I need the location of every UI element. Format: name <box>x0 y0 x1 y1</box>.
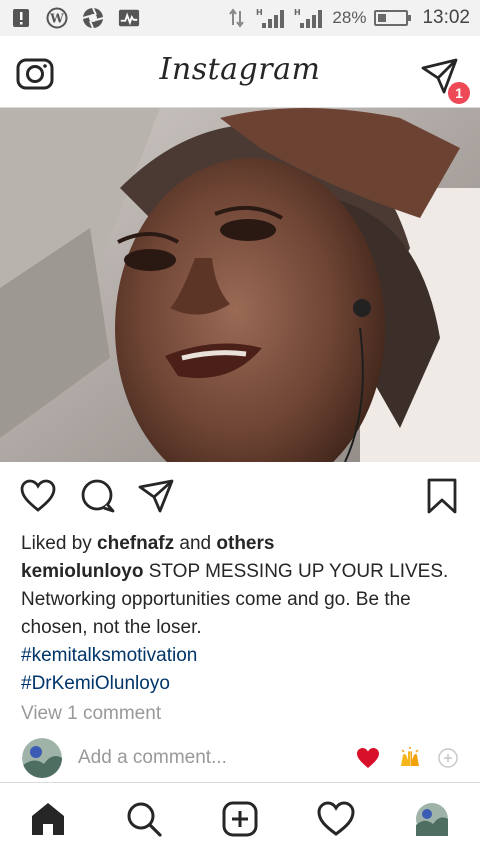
post-photo[interactable] <box>0 108 480 462</box>
battery-percent: 28% <box>332 8 367 27</box>
add-comment-row: Add a comment... <box>0 736 480 782</box>
liked-by-others[interactable]: others <box>216 533 274 554</box>
status-bar: W H H 28% 13:02 <box>0 0 480 36</box>
svg-text:H: H <box>294 8 301 17</box>
heart-emoji[interactable] <box>356 746 380 770</box>
activity-icon <box>118 7 140 29</box>
aperture-icon <box>82 7 104 29</box>
liked-by-user[interactable]: chefnafz <box>97 533 174 554</box>
svg-text:H: H <box>256 8 263 17</box>
raised-hands-emoji[interactable] <box>398 746 422 770</box>
data-arrows-icon <box>226 7 248 29</box>
post-caption-area: Liked by chefnafz and others kemiolunloy… <box>21 530 466 728</box>
hashtag-link[interactable]: #kemitalksmotivation <box>21 642 466 670</box>
signal-h-icon: H <box>294 7 324 29</box>
like-heart-icon[interactable] <box>20 478 56 514</box>
add-emoji-icon[interactable] <box>436 746 460 770</box>
new-post-icon[interactable] <box>220 799 260 839</box>
post-author[interactable]: kemiolunloyo <box>21 561 143 582</box>
alert-icon <box>10 7 32 29</box>
bookmark-icon[interactable] <box>424 478 460 514</box>
share-icon[interactable] <box>138 478 174 514</box>
wordpress-icon: W <box>46 7 68 29</box>
comment-icon[interactable] <box>80 478 116 514</box>
battery-level <box>378 14 386 22</box>
likes-line: Liked by chefnafz and others <box>21 530 466 558</box>
hashtag-link[interactable]: #DrKemiOlunloyo <box>21 670 466 698</box>
view-comments-link[interactable]: View 1 comment <box>21 700 466 728</box>
profile-avatar[interactable] <box>412 799 452 839</box>
avatar <box>22 738 62 778</box>
instagram-logo: Instagram <box>159 52 321 87</box>
app-header: Instagram 1 <box>0 36 480 108</box>
svg-text:W: W <box>49 12 64 26</box>
liked-by-prefix: Liked by <box>21 533 98 554</box>
home-icon[interactable] <box>28 799 68 839</box>
activity-heart-icon[interactable] <box>316 799 356 839</box>
battery-icon <box>374 10 412 26</box>
comment-input[interactable]: Add a comment... <box>78 747 227 769</box>
bottom-nav <box>0 782 480 854</box>
post-actions <box>0 462 480 528</box>
dm-badge: 1 <box>446 80 472 106</box>
liked-by-middle: and <box>174 533 217 554</box>
search-icon[interactable] <box>124 799 164 839</box>
status-time: 13:02 <box>422 7 470 28</box>
caption: kemiolunloyo STOP MESSING UP YOUR LIVES.… <box>21 558 466 642</box>
signal-h-icon: H <box>256 7 286 29</box>
